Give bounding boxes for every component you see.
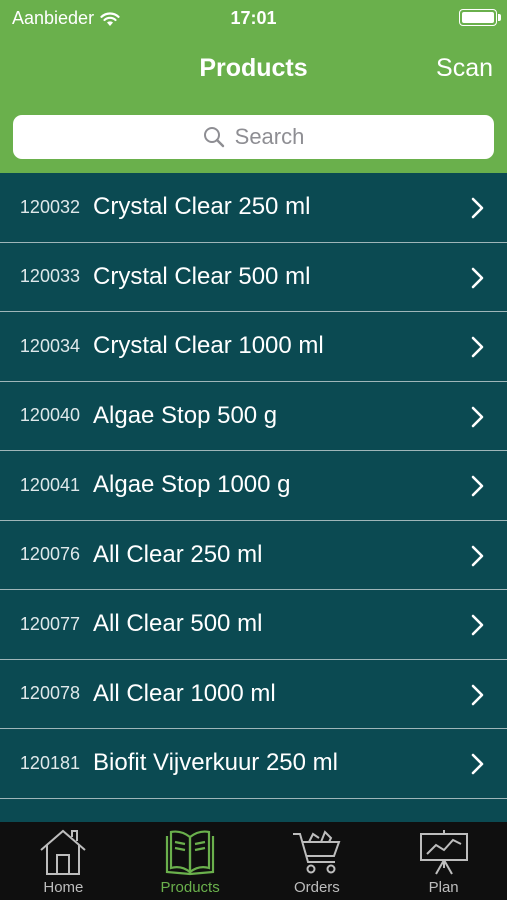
search-icon: [203, 127, 224, 148]
page-title: Products: [199, 54, 308, 82]
home-icon: [40, 829, 87, 875]
product-row[interactable]: 120040 Algae Stop 500 g: [0, 382, 507, 451]
product-code: 120041: [19, 474, 80, 495]
product-list: 120032 Crystal Clear 250 ml 120033 Cryst…: [0, 173, 507, 822]
chevron-right-icon: [471, 475, 484, 497]
product-code: 120181: [19, 752, 80, 773]
search-input[interactable]: Search: [13, 115, 494, 159]
product-row[interactable]: 120076 All Clear 250 ml: [0, 521, 507, 590]
tab-label: Orders: [293, 879, 340, 896]
tab-bar: Home Products Orders Plan: [0, 822, 507, 900]
chevron-right-icon: [471, 406, 484, 427]
tab-label: Plan: [428, 879, 459, 896]
chevron-right-icon: [471, 545, 484, 566]
product-row[interactable]: 120078 All Clear 1000 ml: [0, 660, 507, 729]
chevron-right-icon: [471, 336, 484, 358]
scan-button[interactable]: Scan: [436, 54, 493, 83]
product-name: Crystal Clear 1000 ml: [93, 332, 324, 360]
tab-label: Home: [43, 879, 84, 896]
product-name: Crystal Clear 250 ml: [93, 193, 311, 221]
product-row[interactable]: 120034 Crystal Clear 1000 ml: [0, 312, 507, 382]
product-code: 120033: [19, 266, 80, 287]
product-row[interactable]: 120077 All Clear 500 ml: [0, 590, 507, 660]
chevron-right-icon: [471, 267, 484, 288]
tab-products[interactable]: Products: [127, 822, 254, 900]
battery-icon: [459, 9, 501, 26]
product-code: 120032: [19, 196, 80, 217]
chevron-right-icon: [471, 753, 484, 775]
header: Aanbieder 17:01 Products Scan Search: [0, 0, 507, 173]
product-name: All Clear 500 ml: [93, 610, 263, 638]
product-name: Algae Stop 500 g: [93, 401, 278, 429]
product-row[interactable]: 120032 Crystal Clear 250 ml: [0, 173, 507, 243]
chevron-right-icon: [471, 197, 484, 219]
chevron-right-icon: [471, 684, 484, 705]
product-name: Algae Stop 1000 g: [93, 471, 291, 499]
tab-home[interactable]: Home: [0, 822, 127, 900]
presentation-icon: [419, 830, 468, 875]
product-name: All Clear 250 ml: [93, 540, 263, 568]
product-code: 120034: [19, 335, 80, 356]
navigation-bar: Products Scan: [0, 36, 507, 102]
product-name: Crystal Clear 500 ml: [93, 262, 311, 290]
tab-label: Products: [160, 879, 220, 896]
tab-plan[interactable]: Plan: [380, 822, 507, 900]
product-code: 120076: [19, 544, 80, 565]
product-code: 120078: [19, 683, 80, 704]
product-name: All Clear 1000 ml: [93, 679, 276, 707]
product-row[interactable]: 120181 Biofit Vijverkuur 250 ml: [0, 729, 507, 799]
cart-icon: [292, 830, 341, 874]
product-name: Biofit Vijverkuur 250 ml: [93, 749, 338, 777]
status-time: 17:01: [230, 8, 277, 28]
product-code: 120077: [19, 613, 80, 634]
chevron-right-icon: [471, 614, 484, 636]
tab-orders[interactable]: Orders: [254, 822, 381, 900]
product-row[interactable]: 120033 Crystal Clear 500 ml: [0, 243, 507, 312]
book-icon: [166, 830, 215, 876]
search-placeholder: Search: [234, 124, 305, 149]
product-row[interactable]: 120041 Algae Stop 1000 g: [0, 451, 507, 521]
product-code: 120040: [19, 405, 80, 426]
status-bar: Aanbieder 17:01: [0, 0, 507, 36]
